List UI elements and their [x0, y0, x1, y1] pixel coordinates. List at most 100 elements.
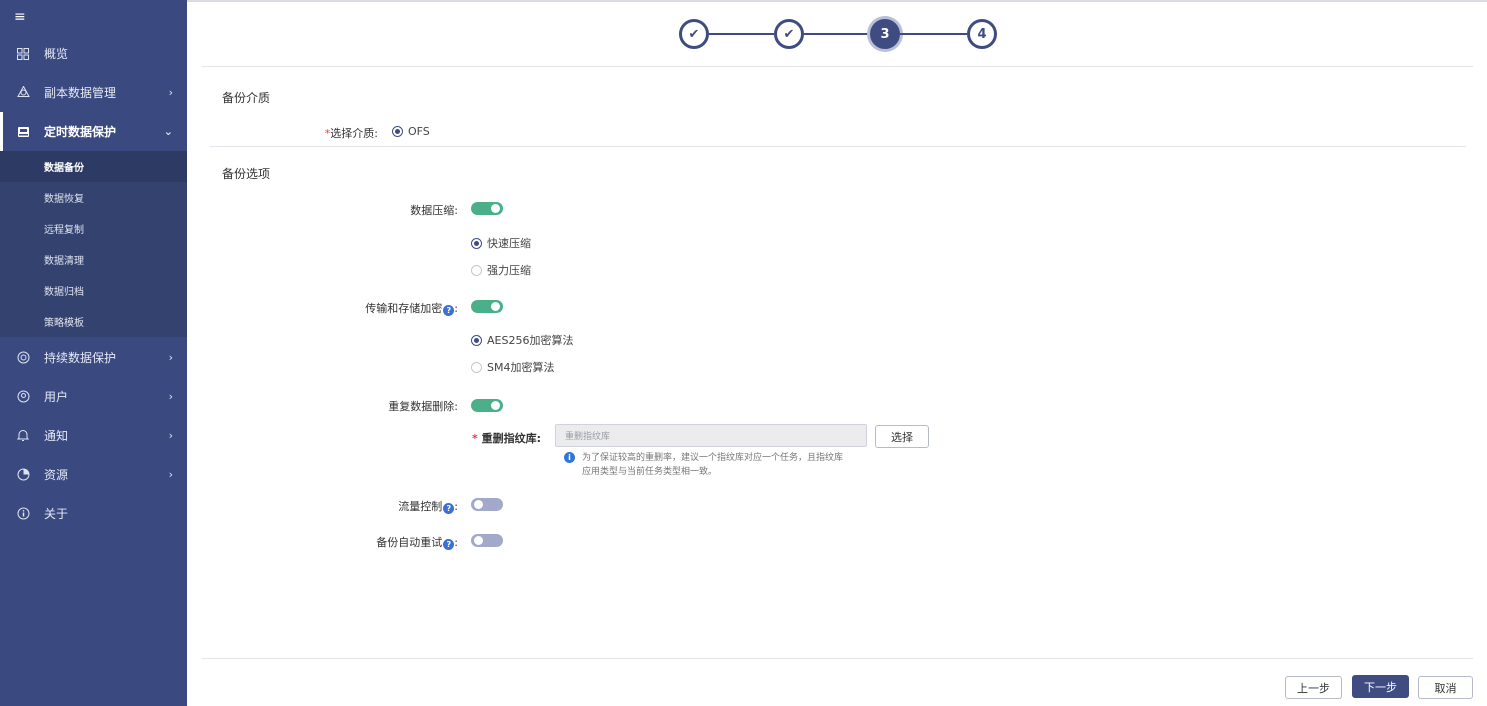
toggle-knob	[491, 401, 500, 410]
sidebar-item-continuous-protection[interactable]: 持续数据保护 ›	[0, 338, 187, 377]
step-connector	[804, 33, 870, 35]
required-mark: *	[472, 432, 482, 445]
compression-strong-option[interactable]: 强力压缩	[471, 262, 531, 278]
sidebar-item-resources[interactable]: 资源 ›	[0, 455, 187, 494]
sidebar-item-overview[interactable]: 概览	[0, 34, 187, 73]
label-colon: :	[454, 536, 458, 549]
media-option-ofs[interactable]: OFS	[392, 125, 430, 138]
bell-icon	[16, 429, 30, 443]
flow-control-label-text: 流量控制	[398, 500, 443, 513]
sidebar-subitem-remote-copy[interactable]: 远程复制	[0, 213, 187, 244]
user-icon	[16, 390, 30, 404]
chevron-down-icon: ⌄	[163, 125, 173, 138]
radio-unselected[interactable]	[471, 361, 482, 373]
sidebar-subitem-cleanup[interactable]: 数据清理	[0, 244, 187, 275]
media-label: *选择介质:	[300, 125, 378, 141]
pie-icon	[16, 468, 30, 482]
footer-divider	[202, 658, 1473, 659]
step-connector	[900, 33, 967, 35]
encryption-aes-option[interactable]: AES256加密算法	[471, 332, 573, 348]
flow-control-toggle[interactable]	[471, 498, 503, 511]
subitem-label: 远程复制	[44, 225, 84, 236]
help-icon[interactable]: ?	[443, 305, 455, 316]
step-check-icon: ✔	[783, 26, 795, 42]
divider	[202, 66, 1473, 67]
hint-text: 为了保证较高的重删率，建议一个指纹库对应一个任务，且指纹库 应用类型与当前任务类…	[582, 451, 843, 479]
radio-unselected[interactable]	[471, 264, 482, 276]
dedup-hint: i 为了保证较高的重删率，建议一个指纹库对应一个任务，且指纹库 应用类型与当前任…	[564, 451, 843, 479]
step-2-done: ✔	[774, 19, 804, 49]
sidebar-item-label: 通知	[44, 429, 69, 443]
prev-step-button[interactable]: 上一步	[1285, 676, 1342, 699]
media-label-text: 选择介质:	[330, 127, 378, 140]
radio-selected[interactable]	[471, 237, 482, 249]
info-icon	[16, 507, 30, 521]
section-title-options: 备份选项	[222, 167, 271, 181]
sidebar-item-copy-data[interactable]: 副本数据管理 ›	[0, 73, 187, 112]
help-icon[interactable]: ?	[443, 539, 455, 550]
chevron-right-icon: ›	[168, 390, 173, 403]
sidebar-item-timed-protection[interactable]: 定时数据保护 ⌄	[0, 112, 187, 151]
compression-fast-option[interactable]: 快速压缩	[471, 235, 531, 251]
sidebar-item-about[interactable]: 关于	[0, 494, 187, 533]
radio-selected[interactable]	[392, 126, 403, 137]
radio-label: 强力压缩	[487, 264, 531, 277]
step-1-done: ✔	[679, 19, 709, 49]
subitem-label: 数据备份	[44, 163, 84, 174]
radio-label: AES256加密算法	[487, 334, 574, 347]
encryption-label-text: 传输和存储加密	[365, 302, 443, 315]
cancel-button[interactable]: 取消	[1418, 676, 1473, 699]
select-library-button[interactable]: 选择	[875, 425, 929, 448]
sidebar-item-label: 副本数据管理	[44, 86, 117, 100]
toggle-knob	[474, 500, 483, 509]
chevron-right-icon: ›	[168, 429, 173, 442]
step-connector	[709, 33, 774, 35]
sidebar-subitem-restore[interactable]: 数据恢复	[0, 182, 187, 213]
dedup-toggle[interactable]	[471, 399, 503, 412]
encryption-label: 传输和存储加密?:	[330, 300, 458, 316]
auto-retry-label-text: 备份自动重试	[376, 536, 443, 549]
step-check-icon: ✔	[688, 26, 700, 42]
continuous-protect-icon	[16, 351, 30, 365]
step-number: 4	[977, 26, 987, 42]
divider	[210, 146, 1466, 147]
encryption-sm4-option[interactable]: SM4加密算法	[471, 359, 554, 375]
hint-line: 为了保证较高的重删率，建议一个指纹库对应一个任务，且指纹库	[582, 453, 844, 463]
next-step-button[interactable]: 下一步	[1352, 675, 1409, 698]
sidebar-subitem-archive[interactable]: 数据归档	[0, 275, 187, 306]
sidebar-item-label: 持续数据保护	[44, 351, 117, 365]
help-icon[interactable]: ?	[443, 503, 455, 514]
menu-toggle-icon[interactable]: ≡	[14, 10, 28, 24]
sidebar-subitem-policy-template[interactable]: 策略模板	[0, 306, 187, 337]
compression-label: 数据压缩:	[410, 204, 458, 217]
radio-label: OFS	[408, 125, 430, 138]
sidebar-item-label: 关于	[44, 507, 69, 521]
dedup-label: 重复数据删除:	[388, 400, 458, 413]
sidebar-item-label: 概览	[44, 47, 69, 61]
sidebar-item-users[interactable]: 用户 ›	[0, 377, 187, 416]
fingerprint-library-label: * 重删指纹库:	[455, 430, 541, 446]
sidebar: ≡ 概览 副本数据管理 › 定时数据保护 ⌄ 数据备份 数据恢复 远程复制 数据…	[0, 0, 187, 706]
sidebar-item-notifications[interactable]: 通知 ›	[0, 416, 187, 455]
auto-retry-toggle[interactable]	[471, 534, 503, 547]
step-4: 4	[967, 19, 997, 49]
label-colon: :	[454, 302, 458, 315]
info-icon: i	[564, 452, 575, 463]
toggle-knob	[474, 536, 483, 545]
radio-selected[interactable]	[471, 334, 482, 346]
step-3-current: 3	[870, 19, 900, 49]
subitem-label: 数据恢复	[44, 194, 84, 205]
sidebar-subitem-backup[interactable]: 数据备份	[0, 151, 187, 182]
encryption-toggle[interactable]	[471, 300, 503, 313]
sidebar-item-label: 用户	[44, 390, 69, 404]
auto-retry-label: 备份自动重试?:	[330, 534, 458, 550]
subitem-label: 数据归档	[44, 287, 84, 298]
radio-label: SM4加密算法	[487, 361, 555, 374]
input-placeholder: 重删指纹库	[565, 432, 611, 442]
grid-icon	[16, 47, 30, 61]
compression-toggle[interactable]	[471, 202, 503, 215]
sidebar-item-label: 定时数据保护	[44, 125, 117, 139]
top-border	[187, 0, 1487, 2]
hint-line: 应用类型与当前任务类型相一致。	[582, 467, 718, 477]
fingerprint-library-input[interactable]: 重删指纹库	[555, 424, 867, 447]
